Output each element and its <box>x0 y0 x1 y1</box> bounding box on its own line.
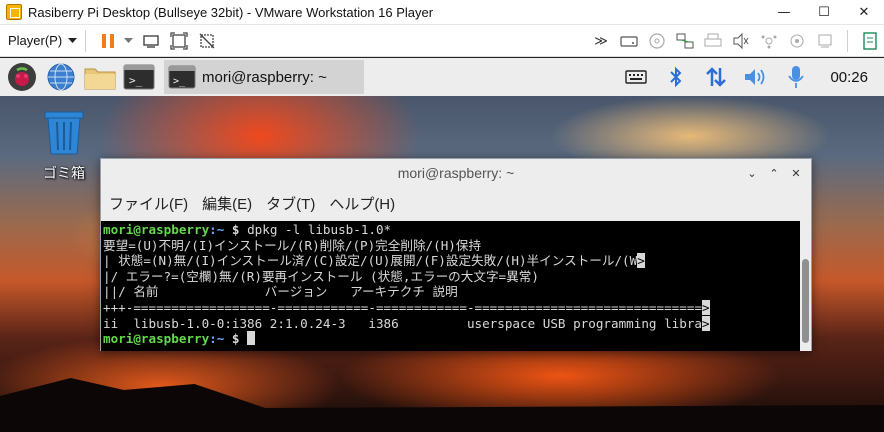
prompt-user: mori@raspberry <box>103 331 210 347</box>
web-browser-icon[interactable] <box>44 60 78 94</box>
command-line: mori@raspberry:~ $ dpkg -l libusb-1.0* <box>103 222 801 238</box>
terminal-launcher-icon[interactable]: >_ <box>122 60 156 94</box>
menu-file[interactable]: ファイル(F) <box>109 193 188 214</box>
usb-controller-icon[interactable] <box>758 30 780 52</box>
svg-text:>_: >_ <box>173 76 186 87</box>
menu-tabs[interactable]: タブ(T) <box>266 193 315 214</box>
trash-label: ゴミ箱 <box>43 165 85 181</box>
output-line: | 状態=(N)無/(I)インストール済/(C)設定/(U)展開/(F)設定失敗… <box>103 253 801 269</box>
player-menu[interactable]: Player(P) <box>8 33 78 48</box>
file-manager-icon[interactable] <box>83 60 117 94</box>
cd-dvd-icon[interactable] <box>646 30 668 52</box>
display-icon[interactable] <box>814 30 836 52</box>
output-line: +++-==================-============-====… <box>103 299 801 316</box>
terminal-icon: >_ <box>168 65 196 89</box>
truncation-marker: > <box>701 299 710 315</box>
prompt-dollar: $ <box>224 331 240 347</box>
vmware-titlebar: Rasiberry Pi Desktop (Bullseye 32bit) - … <box>0 0 884 25</box>
output-line: ||/ 名前 バージョン アーキテクチ 説明 <box>103 284 458 300</box>
terminal-menubar: ファイル(F) 編集(E) タブ(T) ヘルプ(H) <box>101 187 811 219</box>
terminal-maximize-button[interactable]: ⌃ <box>763 159 785 187</box>
fullscreen-icon[interactable]: ≫ <box>590 30 612 52</box>
dropdown-arrow-icon <box>68 37 78 43</box>
taskbar-terminal-window[interactable]: >_ mori@raspberry: ~ <box>164 60 364 94</box>
terminal-titlebar[interactable]: mori@raspberry: ~ ⌄ ⌃ ✕ <box>101 159 811 187</box>
current-prompt-line: mori@raspberry:~ $ <box>103 331 801 347</box>
terminal-minimize-button[interactable]: ⌄ <box>741 159 763 187</box>
terminal-title: mori@raspberry: ~ <box>397 165 515 181</box>
printer-icon[interactable] <box>702 30 724 52</box>
prompt-dollar: $ <box>224 222 240 237</box>
svg-text:>_: >_ <box>129 74 143 87</box>
keyboard-icon[interactable] <box>616 58 656 96</box>
trash-desktop-icon[interactable]: ゴミ箱 <box>38 108 90 183</box>
vmware-app-icon <box>6 4 22 20</box>
network-icon[interactable] <box>696 58 736 96</box>
window-title: Rasiberry Pi Desktop (Bullseye 32bit) - … <box>28 4 434 20</box>
taskbar-window-label: mori@raspberry: ~ <box>202 68 327 86</box>
truncation-marker: > <box>637 253 645 269</box>
toolbar-divider <box>85 29 87 52</box>
output-text: ii libusb-1.0-0:i386 2:1.0.24-3 i386 use… <box>103 315 702 331</box>
text-cursor <box>247 331 256 346</box>
bluetooth-icon[interactable] <box>656 58 696 96</box>
system-tray: 00:26 <box>616 58 884 96</box>
command-text: dpkg -l libusb-1.0* <box>239 222 392 237</box>
microphone-icon[interactable] <box>776 58 816 96</box>
device-icons: ≫ <box>587 25 884 57</box>
send-ctrl-alt-del-icon[interactable] <box>140 30 162 52</box>
menu-edit[interactable]: 編集(E) <box>202 193 252 214</box>
sound-card-icon[interactable] <box>730 30 752 52</box>
close-button[interactable]: ✕ <box>844 0 884 25</box>
terminal-screen[interactable]: mori@raspberry:~ $ dpkg -l libusb-1.0* 要… <box>101 221 801 351</box>
raspberry-menu-icon[interactable] <box>5 60 39 94</box>
truncation-marker: > <box>701 315 710 331</box>
volume-icon[interactable] <box>736 58 776 96</box>
menu-help[interactable]: ヘルプ(H) <box>329 193 395 214</box>
hard-disk-icon[interactable] <box>618 30 640 52</box>
terminal-window: mori@raspberry: ~ ⌄ ⌃ ✕ ファイル(F) 編集(E) タブ… <box>100 158 812 351</box>
prompt-user: mori@raspberry <box>103 222 210 237</box>
scrollbar-thumb[interactable] <box>802 259 809 343</box>
maximize-button[interactable]: ☐ <box>804 0 844 25</box>
pause-icon[interactable] <box>97 30 119 52</box>
terminal-window-controls: ⌄ ⌃ ✕ <box>741 159 807 187</box>
output-line: 要望=(U)不明/(I)インストール/(R)削除/(P)完全削除/(H)保持 <box>103 237 482 253</box>
fit-guest-icon[interactable] <box>168 30 190 52</box>
vmware-toolbar: Player(P) ≫ <box>0 25 884 57</box>
mountain-silhouette <box>0 378 884 432</box>
prompt-path: :~ <box>209 331 225 347</box>
network-adapter-icon[interactable] <box>674 30 696 52</box>
output-line: |/ エラー?=(空欄)無/(R)要再インストール (状態,エラーの大文字=異常… <box>103 268 539 284</box>
prompt-path: :~ <box>209 222 225 237</box>
pause-dropdown-icon[interactable] <box>122 30 134 52</box>
player-menu-label: Player(P) <box>8 33 63 48</box>
terminal-close-button[interactable]: ✕ <box>785 159 807 187</box>
output-text: +++-==================-============-====… <box>103 299 702 315</box>
pi-taskbar: >_ >_ mori@raspberry: ~ 00:26 <box>0 58 884 96</box>
trash-icon <box>44 111 84 155</box>
minimize-button[interactable]: — <box>764 0 804 25</box>
window-controls: — ☐ ✕ <box>764 0 884 25</box>
notes-icon[interactable] <box>859 30 881 52</box>
camera-icon[interactable] <box>786 30 808 52</box>
unity-mode-icon[interactable] <box>196 30 218 52</box>
output-line: ii libusb-1.0-0:i386 2:1.0.24-3 i386 use… <box>103 315 801 332</box>
toolbar-divider-right <box>847 30 848 52</box>
output-text: | 状態=(N)無/(I)インストール済/(C)設定/(U)展開/(F)設定失敗… <box>103 253 638 269</box>
terminal-scrollbar[interactable] <box>800 221 811 351</box>
clock[interactable]: 00:26 <box>830 69 868 86</box>
